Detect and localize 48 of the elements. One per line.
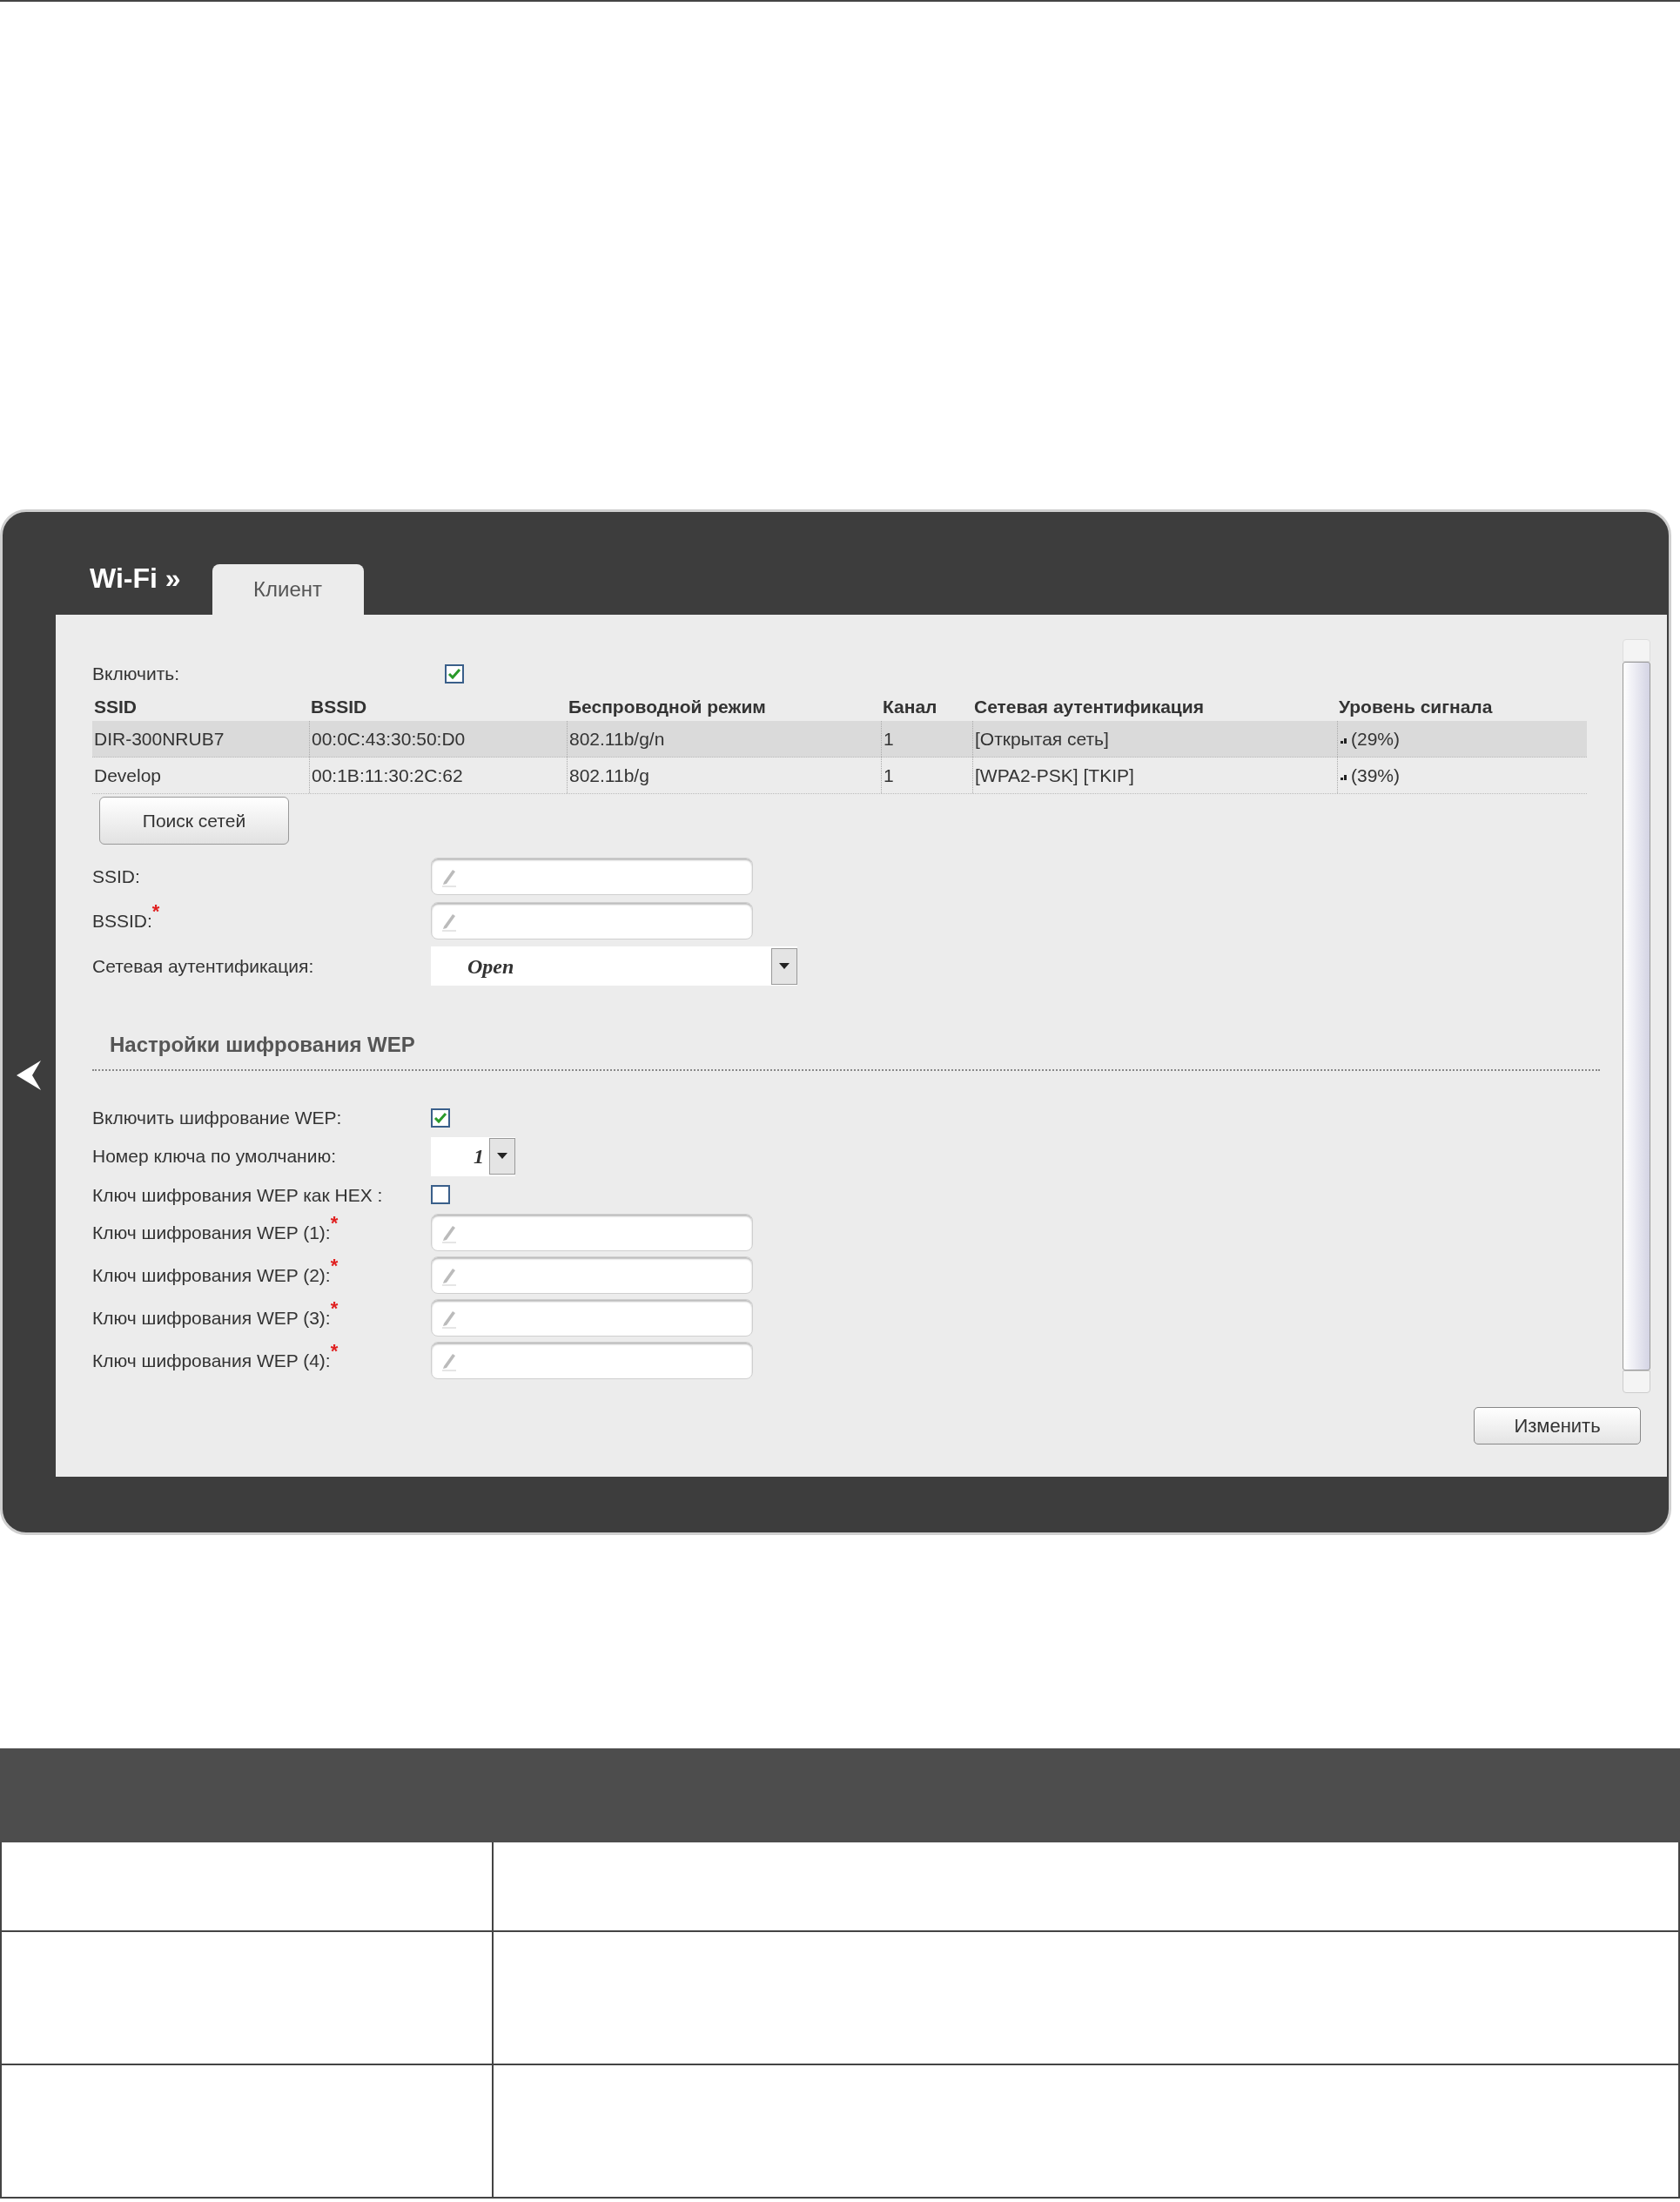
checkbox[interactable] — [431, 1185, 450, 1205]
field-label: Сетевая аутентификация: — [92, 954, 315, 978]
section-heading: Настройки шифрования WEP — [110, 1032, 416, 1057]
network-row[interactable]: Develop 00:1B:11:30:2C:62 802.11b/g 1 [WPA2-PSK] [TKIP] (39%) — [92, 758, 1587, 794]
caret-icon — [497, 1153, 507, 1160]
table-cell: [WPA2-PSK] [TKIP] — [972, 758, 1337, 793]
table-cell: 802.11b/g — [567, 758, 881, 793]
table-cell: 1 — [881, 758, 972, 793]
column-header: Канал — [882, 696, 938, 719]
dropdown[interactable]: Open — [431, 946, 797, 986]
checkbox[interactable] — [445, 664, 464, 683]
field-label: Ключ шифрования WEP как HEX : — [92, 1183, 384, 1207]
tab[interactable]: Клиент — [212, 564, 364, 615]
network-row[interactable]: DIR-300NRUB7 00:0C:43:30:50:D0 802.11b/g/n 1 [Открытая сеть] (29%) — [92, 721, 1587, 758]
text-field[interactable] — [431, 858, 753, 895]
checkmark-icon — [433, 1111, 447, 1124]
text-field[interactable] — [431, 1299, 753, 1337]
column-header: Беспроводной режим — [568, 696, 767, 719]
checkbox[interactable] — [431, 1108, 450, 1128]
table-cell: 00:1B:11:30:2C:62 — [309, 758, 567, 793]
scrollbar[interactable] — [1623, 639, 1650, 1393]
dropdown[interactable]: 1 — [431, 1136, 515, 1176]
table-cell-text: (29%) — [1351, 727, 1401, 751]
table-cell-text: (39%) — [1351, 764, 1401, 787]
table-cell: 1 — [881, 721, 972, 757]
table-cell: 802.11b/g/n — [567, 721, 881, 757]
table-cell: 00:0C:43:30:50:D0 — [309, 721, 567, 757]
section-title: Wi-Fi » — [90, 562, 181, 596]
table-cell-text: Develop — [93, 764, 163, 787]
field-label: Включить: — [92, 663, 181, 686]
caret-icon — [779, 962, 790, 970]
field-label: Включить шифрование WEP: — [92, 1107, 343, 1129]
scan-button[interactable]: Поиск сетей — [99, 797, 289, 845]
column-header: Сетевая аутентификация — [973, 696, 1205, 719]
field-label: SSID: — [92, 865, 141, 888]
table-cell: [Открытая сеть] — [972, 721, 1337, 757]
text-field[interactable] — [431, 1214, 753, 1251]
field-label: Номер ключа по умолчанию: — [92, 1145, 338, 1168]
text-field[interactable] — [431, 1256, 753, 1294]
text-field[interactable] — [431, 902, 753, 939]
table-cell-text: DIR-300NRUB7 — [93, 727, 225, 751]
column-header: BSSID — [310, 696, 368, 719]
column-header: Уровень сигнала — [1338, 696, 1494, 719]
back-arrow-icon[interactable] — [16, 1061, 43, 1090]
checkmark-icon — [447, 668, 461, 680]
apply-button[interactable]: Изменить — [1474, 1407, 1641, 1444]
text-field[interactable] — [431, 1342, 753, 1379]
column-header: SSID — [93, 696, 138, 719]
